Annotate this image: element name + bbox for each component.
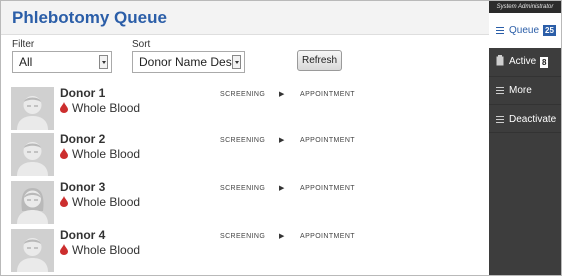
filter-label: Filter bbox=[12, 39, 35, 50]
donor-name: Donor 2 bbox=[60, 132, 106, 146]
filter-value: All bbox=[19, 55, 33, 69]
user-role: System Administrator bbox=[489, 1, 561, 13]
blood-drop-icon bbox=[60, 244, 68, 255]
step-appointment[interactable]: APPOINTMENT bbox=[300, 233, 355, 240]
male-avatar bbox=[11, 229, 54, 272]
clipboard-icon bbox=[496, 55, 504, 66]
donor-name: Donor 3 bbox=[60, 180, 106, 194]
male-avatar bbox=[11, 87, 54, 130]
table-row[interactable]: Donor 3 Whole Blood SCREENING ▶ APPOINTM… bbox=[1, 179, 489, 225]
sidebar-item-queue[interactable]: Queue 25 bbox=[489, 13, 561, 48]
sort-value: Donor Name Desc bbox=[139, 55, 238, 69]
sidebar-item-deactivate[interactable]: Deactivate bbox=[489, 105, 561, 133]
step-arrow-icon: ▶ bbox=[279, 185, 285, 192]
step-arrow-icon: ▶ bbox=[279, 91, 285, 98]
step-appointment[interactable]: APPOINTMENT bbox=[300, 185, 355, 192]
sidebar-item-more[interactable]: More bbox=[489, 77, 561, 105]
sidebar-item-active[interactable]: Active 8 bbox=[489, 48, 561, 77]
step-screening[interactable]: SCREENING bbox=[220, 185, 265, 192]
step-appointment[interactable]: APPOINTMENT bbox=[300, 137, 355, 144]
donation-product: Whole Blood bbox=[72, 101, 141, 115]
chevron-down-icon bbox=[99, 55, 108, 69]
step-screening[interactable]: SCREENING bbox=[220, 137, 265, 144]
queue-count-badge: 25 bbox=[543, 25, 556, 36]
sidebar-item-label: More bbox=[509, 85, 532, 96]
step-appointment[interactable]: APPOINTMENT bbox=[300, 91, 355, 98]
filter-select[interactable]: All bbox=[12, 51, 112, 73]
step-screening[interactable]: SCREENING bbox=[220, 91, 265, 98]
page-title: Phlebotomy Queue bbox=[12, 8, 167, 27]
blood-drop-icon bbox=[60, 102, 68, 113]
sidebar-item-label: Active bbox=[509, 56, 537, 67]
sort-select[interactable]: Donor Name Desc bbox=[132, 51, 245, 73]
sidebar-item-label: Deactivate bbox=[509, 114, 557, 125]
menu-icon bbox=[496, 27, 504, 34]
table-row[interactable]: Donor 4 Whole Blood SCREENING ▶ APPOINTM… bbox=[1, 227, 489, 273]
main-panel: Phlebotomy Queue Filter All Sort Donor N… bbox=[1, 1, 489, 275]
chevron-down-icon bbox=[232, 55, 241, 69]
donation-product: Whole Blood bbox=[72, 147, 141, 161]
donation-product: Whole Blood bbox=[72, 195, 141, 209]
table-row[interactable]: Donor 1 Whole Blood SCREENING ▶ APPOINTM… bbox=[1, 85, 489, 131]
sort-label: Sort bbox=[132, 39, 151, 50]
sidebar: System Administrator Queue 25 Active 8 M… bbox=[489, 1, 561, 275]
active-count-badge: 8 bbox=[540, 57, 549, 68]
sidebar-item-label: Queue bbox=[509, 25, 540, 36]
refresh-button[interactable]: Refresh bbox=[297, 50, 342, 71]
male-avatar bbox=[11, 133, 54, 176]
blood-drop-icon bbox=[60, 196, 68, 207]
menu-icon bbox=[496, 116, 504, 123]
donation-product: Whole Blood bbox=[72, 243, 141, 257]
title-bar: Phlebotomy Queue bbox=[1, 1, 489, 35]
blood-drop-icon bbox=[60, 148, 68, 159]
donor-name: Donor 1 bbox=[60, 86, 106, 100]
donor-name: Donor 4 bbox=[60, 228, 106, 242]
step-screening[interactable]: SCREENING bbox=[220, 233, 265, 240]
menu-icon bbox=[496, 87, 504, 94]
step-arrow-icon: ▶ bbox=[279, 137, 285, 144]
female-avatar bbox=[11, 181, 54, 224]
step-arrow-icon: ▶ bbox=[279, 233, 285, 240]
table-row[interactable]: Donor 2 Whole Blood SCREENING ▶ APPOINTM… bbox=[1, 131, 489, 177]
